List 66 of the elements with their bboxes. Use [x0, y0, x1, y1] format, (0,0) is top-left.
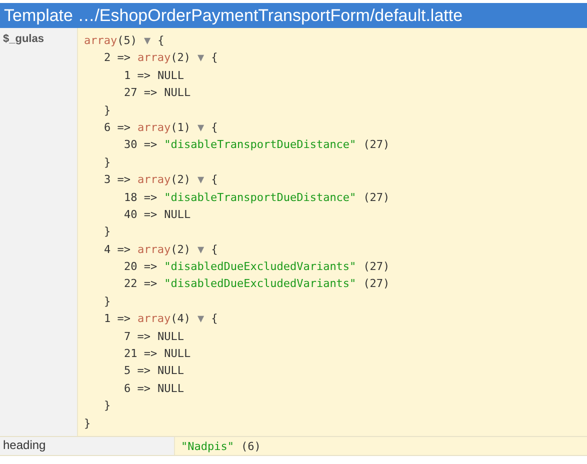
dump-key: 6 =>: [104, 120, 130, 134]
dump-key: 20 =>: [124, 260, 158, 274]
dump-type: array: [138, 51, 171, 64]
dump-brace: }: [104, 225, 111, 238]
variable-name: heading: [0, 436, 175, 456]
dump-brace: {: [211, 120, 218, 134]
dump-length: (27): [363, 277, 390, 290]
dump-count: (2): [170, 51, 190, 64]
dump-length: (27): [363, 260, 390, 274]
dump-string: "Nadpis": [181, 440, 234, 453]
dump-key: 18 =>: [124, 190, 158, 204]
dump-key: 7 =>: [124, 330, 150, 343]
dump-string: "disableTransportDueDistance": [164, 138, 356, 152]
dump-null: NULL: [164, 86, 191, 100]
toggle-icon[interactable]: ▼: [144, 34, 151, 47]
dump-brace: }: [104, 156, 111, 169]
dump-type: array: [138, 120, 171, 134]
dump-key: 5 =>: [124, 364, 150, 378]
dump-brace: }: [84, 416, 91, 430]
dump-key: 1 =>: [124, 68, 150, 82]
dump-key: 40 =>: [124, 208, 158, 221]
dump-key: 3 =>: [104, 173, 130, 186]
dump-count: (4): [170, 312, 190, 326]
dump-brace: {: [211, 312, 218, 326]
dump-brace: }: [104, 399, 111, 412]
dump-null: NULL: [158, 364, 184, 378]
variable-name: $_gulas: [0, 28, 78, 436]
dump-type: array: [138, 242, 171, 256]
dump-count: (5): [117, 34, 137, 47]
dump-length: (27): [363, 138, 390, 152]
dump-brace: }: [104, 104, 111, 117]
toggle-icon[interactable]: ▼: [198, 242, 204, 256]
dump-type: array: [138, 173, 171, 186]
dump-null: NULL: [158, 382, 184, 395]
dump-key: 27 =>: [124, 86, 158, 100]
dump-type: array: [84, 34, 118, 47]
dump-key: 2 =>: [104, 51, 130, 64]
dump-count: (1): [170, 120, 190, 134]
dump-key: 4 =>: [104, 242, 130, 256]
dump-key: 21 =>: [124, 347, 158, 360]
toggle-icon[interactable]: ▼: [198, 173, 204, 186]
dump-key: 6 =>: [124, 382, 150, 395]
dump-brace: {: [158, 34, 164, 47]
dump-key: 30 =>: [124, 138, 158, 152]
dump-null: NULL: [158, 68, 184, 82]
dump-null: NULL: [164, 208, 191, 221]
dump-string: "disableTransportDueDistance": [164, 190, 356, 204]
dump-count: (2): [170, 242, 190, 256]
toggle-icon[interactable]: ▼: [198, 51, 204, 64]
dump-string: "disabledDueExcludedVariants": [164, 277, 356, 290]
dump-count: (2): [170, 173, 190, 186]
window-title: Template …/EshopOrderPaymentTransportForm/default.latte: [0, 3, 587, 28]
dump-length: (6): [240, 440, 261, 453]
dump-key: 1 =>: [104, 312, 130, 326]
dump-type: array: [138, 312, 171, 326]
toggle-icon[interactable]: ▼: [198, 312, 204, 326]
dump-brace: {: [211, 51, 218, 64]
dump-null: NULL: [164, 347, 191, 360]
dump-length: (27): [363, 190, 390, 204]
dump-key: 22 =>: [124, 277, 158, 290]
dump-brace: }: [104, 294, 111, 308]
toggle-icon[interactable]: ▼: [198, 120, 204, 134]
dump-brace: {: [211, 242, 218, 256]
dump-null: NULL: [158, 330, 184, 343]
dump-brace: {: [211, 173, 218, 186]
dump-string: "disabledDueExcludedVariants": [164, 260, 356, 274]
